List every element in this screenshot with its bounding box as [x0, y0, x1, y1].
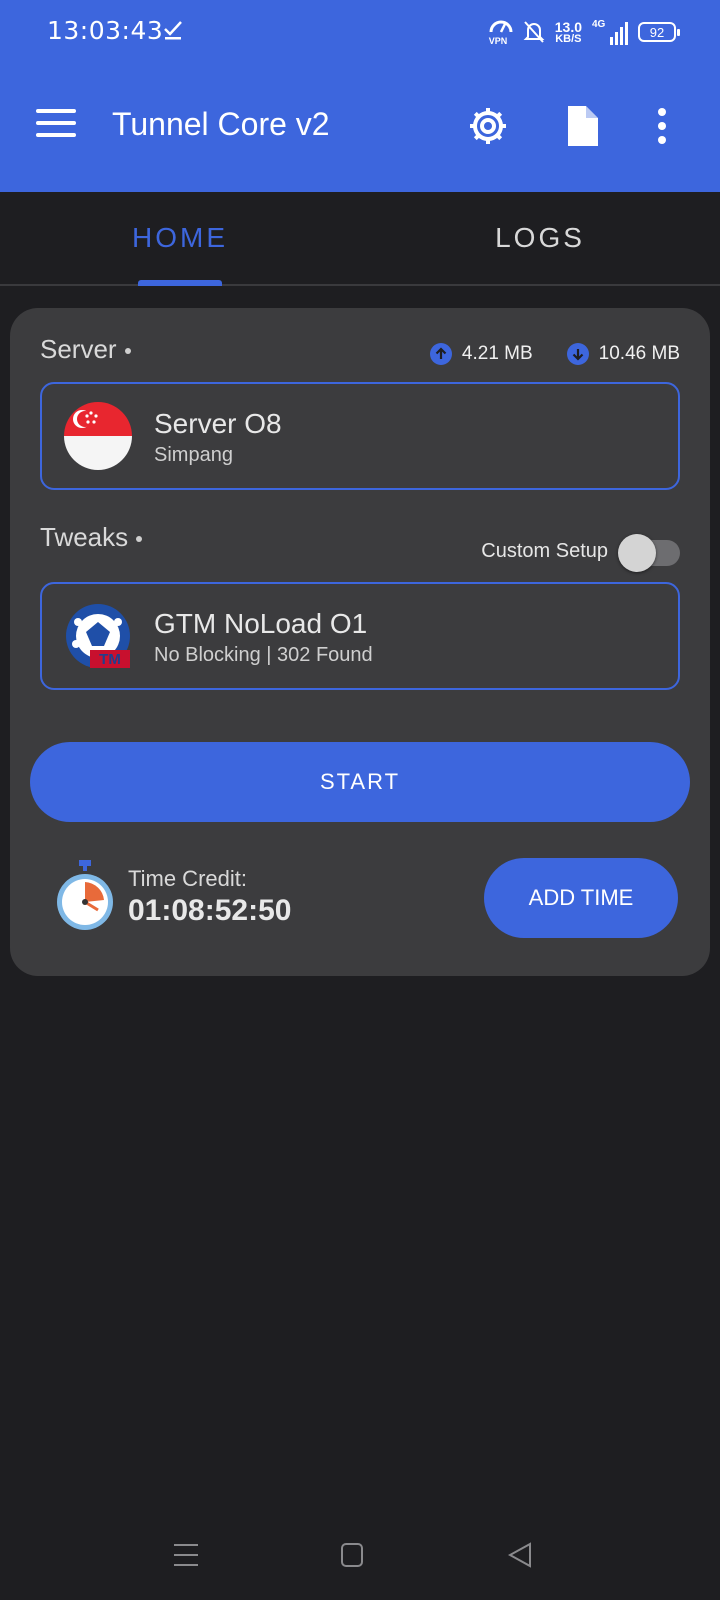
recents-menu-icon[interactable] [174, 1542, 198, 1568]
start-button[interactable]: START [30, 742, 690, 822]
custom-setup-toggle[interactable] [618, 534, 680, 572]
upload-icon [429, 343, 452, 365]
traffic-stats: 4.21 MB 10.46 MB [429, 343, 680, 365]
signal-icon: 4G [592, 19, 628, 45]
tweaks-label: Tweaks [40, 522, 129, 552]
tweak-detail: No Blocking | 302 Found [154, 644, 373, 666]
more-vert-icon[interactable] [640, 104, 684, 148]
battery-icon: 92 [638, 22, 680, 42]
server-section-label: Server [40, 334, 131, 365]
tweak-logo-badge: TM [99, 651, 121, 668]
tab-logs[interactable]: LOGS [360, 222, 720, 254]
server-selector[interactable]: Server O8 Simpang [40, 382, 680, 490]
gear-icon[interactable] [466, 104, 510, 148]
time-credit-value: 01:08:52:50 [128, 894, 292, 927]
time-credit-label: Time Credit: [128, 866, 247, 891]
tweak-selector[interactable]: TM GTM NoLoad O1 No Blocking | 302 Found [40, 582, 680, 690]
network-speed: 13.0 KB/S [555, 20, 582, 45]
stopwatch-icon [57, 860, 113, 930]
status-time: 13:03:43 [47, 16, 164, 45]
home-square-icon[interactable] [340, 1542, 364, 1568]
app-bar: 13:03:43 VPN 13.0 KB/S 4G 92 Tunnel Core… [0, 0, 720, 192]
document-icon[interactable] [560, 104, 604, 148]
battery-level: 92 [649, 24, 665, 40]
server-location: Simpang [154, 444, 233, 466]
speed-unit: KB/S [555, 32, 582, 45]
tab-home[interactable]: HOME [0, 222, 360, 254]
system-nav-bar [0, 1520, 720, 1600]
singapore-flag-icon [64, 402, 132, 470]
main-card: Server 4.21 MB 10.46 MB Server O8 Simpan… [10, 308, 710, 976]
tweak-logo-icon: TM [66, 604, 130, 668]
app-title: Tunnel Core v2 [112, 106, 330, 142]
add-time-button[interactable]: ADD TIME [484, 858, 678, 938]
download-value: 10.46 MB [598, 343, 680, 364]
back-triangle-icon[interactable] [508, 1542, 532, 1568]
hamburger-menu-icon[interactable] [36, 109, 76, 139]
status-icons: VPN 13.0 KB/S 4G 92 [489, 14, 680, 50]
upload-value: 4.21 MB [461, 343, 533, 364]
toolbar: Tunnel Core v2 [0, 64, 720, 192]
server-label: Server [40, 334, 117, 364]
tab-indicator [138, 280, 222, 286]
network-type: 4G [592, 19, 606, 30]
custom-setup-control: Custom Setup [481, 534, 680, 572]
download-icon [566, 343, 589, 365]
vpn-label: VPN [488, 36, 508, 46]
status-bar: 13:03:43 VPN 13.0 KB/S 4G 92 [0, 0, 720, 64]
server-name: Server O8 [154, 408, 282, 439]
tweak-name: GTM NoLoad O1 [154, 608, 368, 639]
tab-bar: HOME LOGS [0, 192, 720, 286]
tweaks-section-label: Tweaks [40, 522, 143, 553]
vpn-icon: VPN [489, 18, 513, 46]
speed-value: 13.0 [554, 18, 582, 35]
bell-off-icon [523, 21, 545, 43]
download-done-icon [164, 21, 182, 40]
custom-setup-label: Custom Setup [481, 539, 608, 562]
